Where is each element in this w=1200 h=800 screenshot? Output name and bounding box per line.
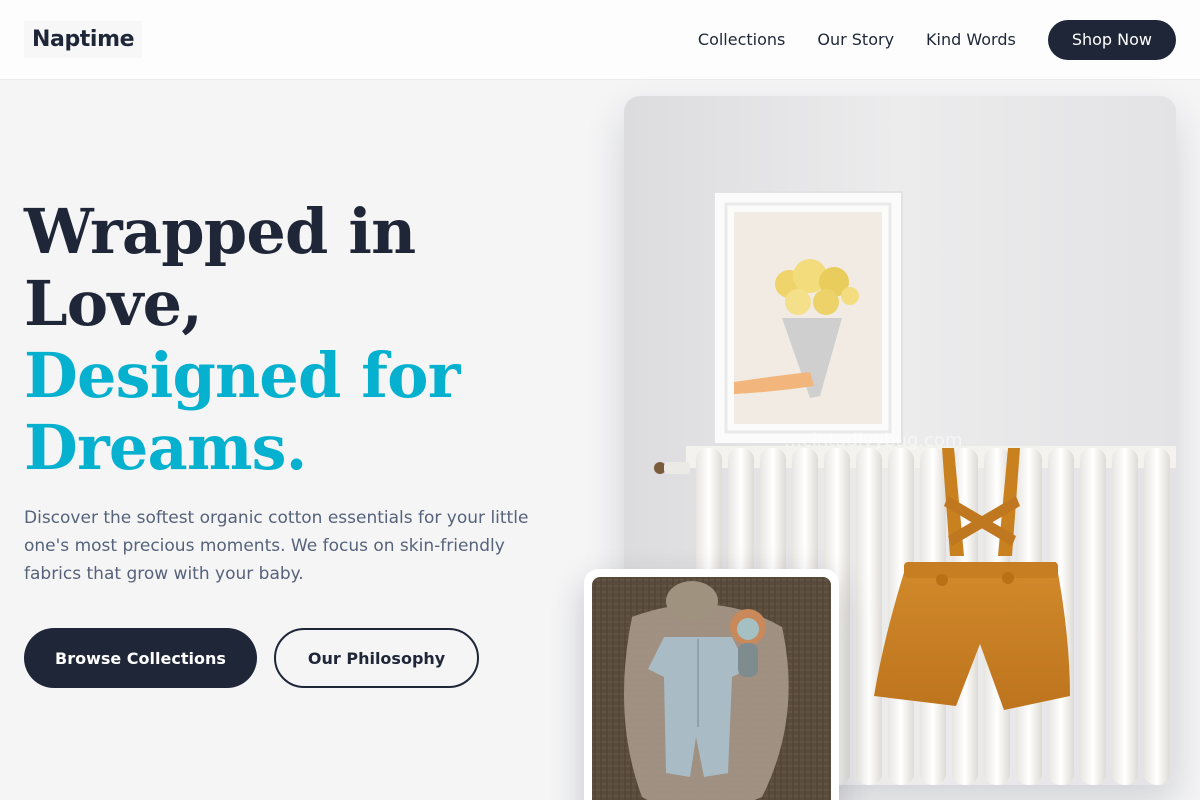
browse-collections-button[interactable]: Browse Collections <box>24 628 257 688</box>
nav-link-our-story[interactable]: Our Story <box>817 30 894 49</box>
hero-title-line-2: Love, <box>24 267 203 340</box>
our-philosophy-button[interactable]: Our Philosophy <box>273 628 480 688</box>
nav-link-collections[interactable]: Collections <box>698 30 785 49</box>
hero-description: Discover the softest organic cotton esse… <box>24 508 529 584</box>
hero-title-line-1: Wrapped in <box>24 195 416 268</box>
hero-cta-group: Browse Collections Our Philosophy <box>24 628 480 688</box>
hero-title: Wrapped in Love, Designed for Dreams. <box>24 196 544 484</box>
nav-link-kind-words[interactable]: Kind Words <box>926 30 1016 49</box>
inset-image-illustration <box>592 577 831 800</box>
hero-title-accent-line-2: Dreams. <box>24 411 307 484</box>
brand-logo[interactable]: Naptime <box>24 21 143 58</box>
inset-image-baby-outfit-flatlay <box>592 577 831 800</box>
inset-image-card <box>584 569 839 800</box>
site-header: Naptime Collections Our Story Kind Words… <box>0 0 1200 80</box>
main-nav: Collections Our Story Kind Words <box>698 30 1016 49</box>
hero-image-watermark: …cintadivybug.com <box>784 430 963 451</box>
shop-now-button[interactable]: Shop Now <box>1047 19 1176 60</box>
landing-page: Naptime Collections Our Story Kind Words… <box>0 0 1200 800</box>
hero-title-accent-line-1: Designed for <box>24 339 460 412</box>
